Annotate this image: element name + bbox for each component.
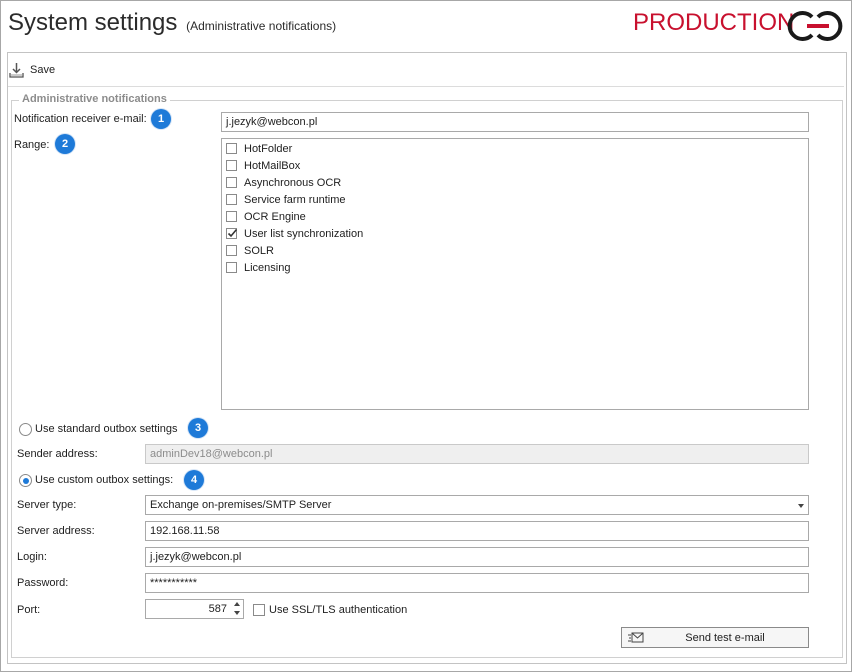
save-button-label: Save xyxy=(30,64,56,76)
range-item-label: HotMailBox xyxy=(244,159,301,172)
standard-outbox-radio[interactable] xyxy=(19,423,32,436)
checkbox[interactable] xyxy=(226,245,237,256)
ssl-tls-label: Use SSL/TLS authentication xyxy=(269,603,408,616)
notification-email-input[interactable]: j.jezyk@webcon.pl xyxy=(221,112,809,132)
server-type-select[interactable]: Exchange on-premises/SMTP Server xyxy=(145,495,809,515)
range-item-label: Asynchronous OCR xyxy=(244,176,342,189)
range-item-label: SOLR xyxy=(244,244,274,257)
save-button[interactable]: Save xyxy=(8,60,108,80)
custom-outbox-label[interactable]: Use custom outbox settings: xyxy=(35,474,173,486)
badge-3: 3 xyxy=(188,418,208,438)
range-item-hotmailbox[interactable]: HotMailBox xyxy=(226,158,300,173)
range-label: Range: xyxy=(14,139,50,151)
checkbox[interactable] xyxy=(226,177,237,188)
range-item-user-list-synchronization[interactable]: User list synchronization xyxy=(226,226,363,241)
sender-address-label: Sender address: xyxy=(17,448,98,460)
checkbox-checked[interactable] xyxy=(226,228,238,239)
badge-4: 4 xyxy=(184,470,204,490)
checkmark-icon xyxy=(227,228,238,238)
range-item-hotfolder[interactable]: HotFolder xyxy=(226,141,292,156)
range-item-licensing[interactable]: Licensing xyxy=(226,260,290,275)
range-item-service-farm-runtime[interactable]: Service farm runtime xyxy=(226,192,345,207)
webcon-logo-icon xyxy=(787,11,843,41)
server-address-input[interactable]: 192.168.11.58 xyxy=(145,521,809,541)
ssl-tls-checkbox[interactable] xyxy=(253,603,265,616)
save-download-icon xyxy=(9,62,24,78)
chevron-up-icon[interactable] xyxy=(234,602,240,606)
chevron-down-icon xyxy=(798,504,804,508)
range-item-label: OCR Engine xyxy=(244,210,306,223)
email-label: Notification receiver e-mail: xyxy=(14,113,147,125)
environment-label: PRODUCTION xyxy=(633,9,795,36)
login-label: Login: xyxy=(17,551,47,563)
checkbox[interactable] xyxy=(226,160,237,171)
range-item-label: User list synchronization xyxy=(244,227,364,240)
password-label: Password: xyxy=(17,577,69,589)
send-test-email-label: Send test e-mail xyxy=(685,631,765,644)
group-legend: Administrative notifications xyxy=(19,93,170,105)
checkbox[interactable] xyxy=(226,143,237,154)
range-item-solr[interactable]: SOLR xyxy=(226,243,274,258)
badge-1: 1 xyxy=(151,109,171,129)
port-label: Port: xyxy=(17,604,41,616)
standard-outbox-label[interactable]: Use standard outbox settings xyxy=(35,423,177,435)
server-type-value: Exchange on-premises/SMTP Server xyxy=(150,499,332,511)
checkbox[interactable] xyxy=(226,262,237,273)
chevron-down-icon[interactable] xyxy=(234,611,240,615)
port-value: 587 xyxy=(208,603,227,615)
range-checklist[interactable]: HotFolder HotMailBox Asynchronous OCR Se… xyxy=(221,138,809,410)
range-item-label: Licensing xyxy=(244,261,291,274)
page-title: System settings (Administrative notifica… xyxy=(8,9,336,37)
checkbox[interactable] xyxy=(226,211,237,222)
range-item-label: Service farm runtime xyxy=(244,193,346,206)
checkbox[interactable] xyxy=(226,194,237,205)
server-type-label: Server type: xyxy=(17,499,77,511)
send-test-email-button[interactable]: Send test e-mail xyxy=(621,627,809,648)
toolbar-divider xyxy=(8,86,844,87)
custom-outbox-radio[interactable] xyxy=(19,474,32,487)
port-stepper[interactable]: 587 xyxy=(145,599,244,619)
badge-2: 2 xyxy=(55,134,75,154)
page-subtitle: (Administrative notifications) xyxy=(186,19,337,33)
range-item-label: HotFolder xyxy=(244,142,293,155)
range-item-ocr-engine[interactable]: OCR Engine xyxy=(226,209,306,224)
ssl-tls-option[interactable]: Use SSL/TLS authentication xyxy=(253,602,407,617)
server-address-label: Server address: xyxy=(17,525,95,537)
password-input[interactable]: *********** xyxy=(145,573,809,593)
page-title-text: System settings xyxy=(8,9,178,36)
range-item-asynchronous-ocr[interactable]: Asynchronous OCR xyxy=(226,175,341,190)
sender-address-input: adminDev18@webcon.pl xyxy=(145,444,809,464)
login-input[interactable]: j.jezyk@webcon.pl xyxy=(145,547,809,567)
